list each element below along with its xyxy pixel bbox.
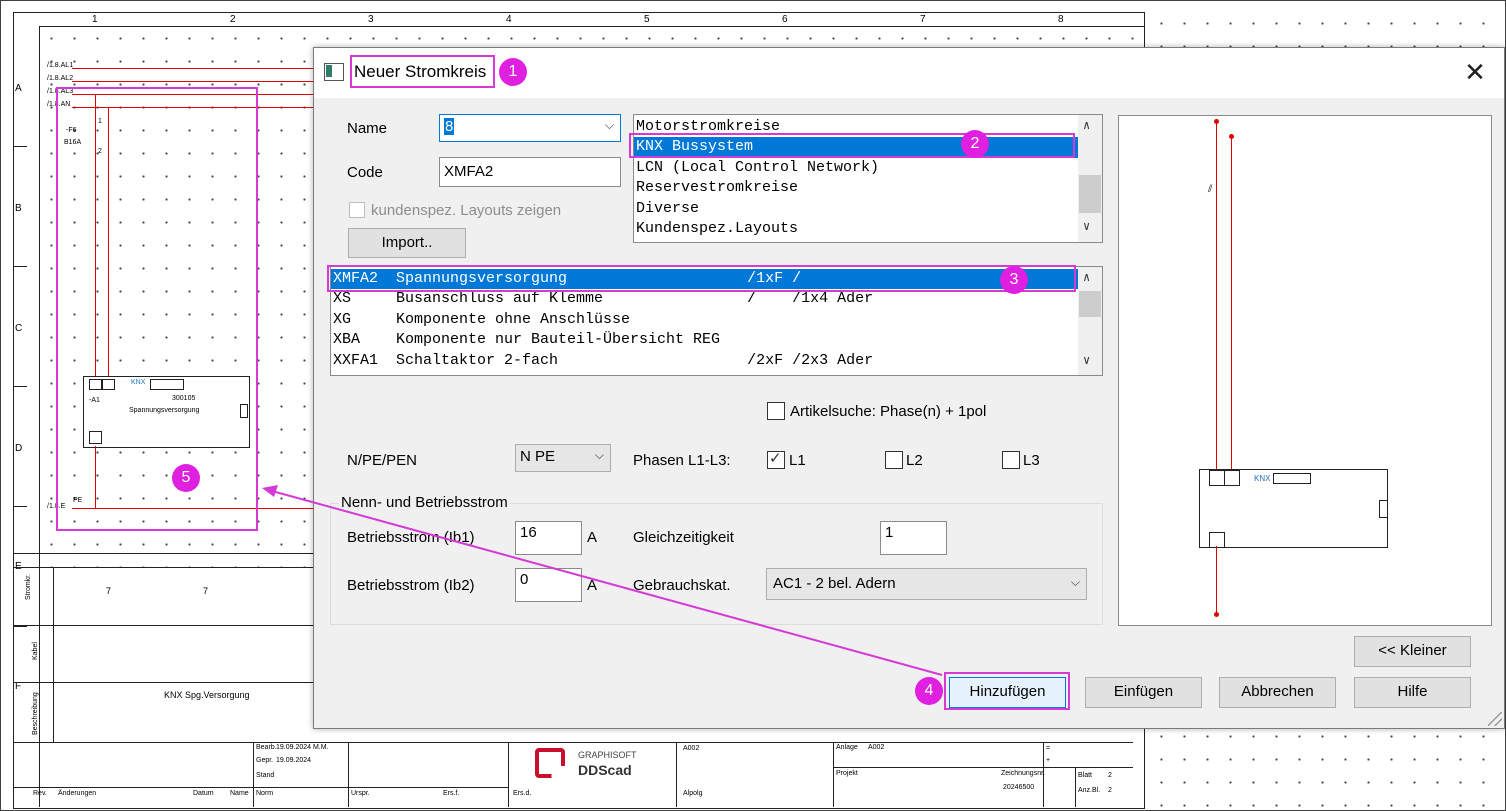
annotation-arrow bbox=[262, 485, 943, 676]
